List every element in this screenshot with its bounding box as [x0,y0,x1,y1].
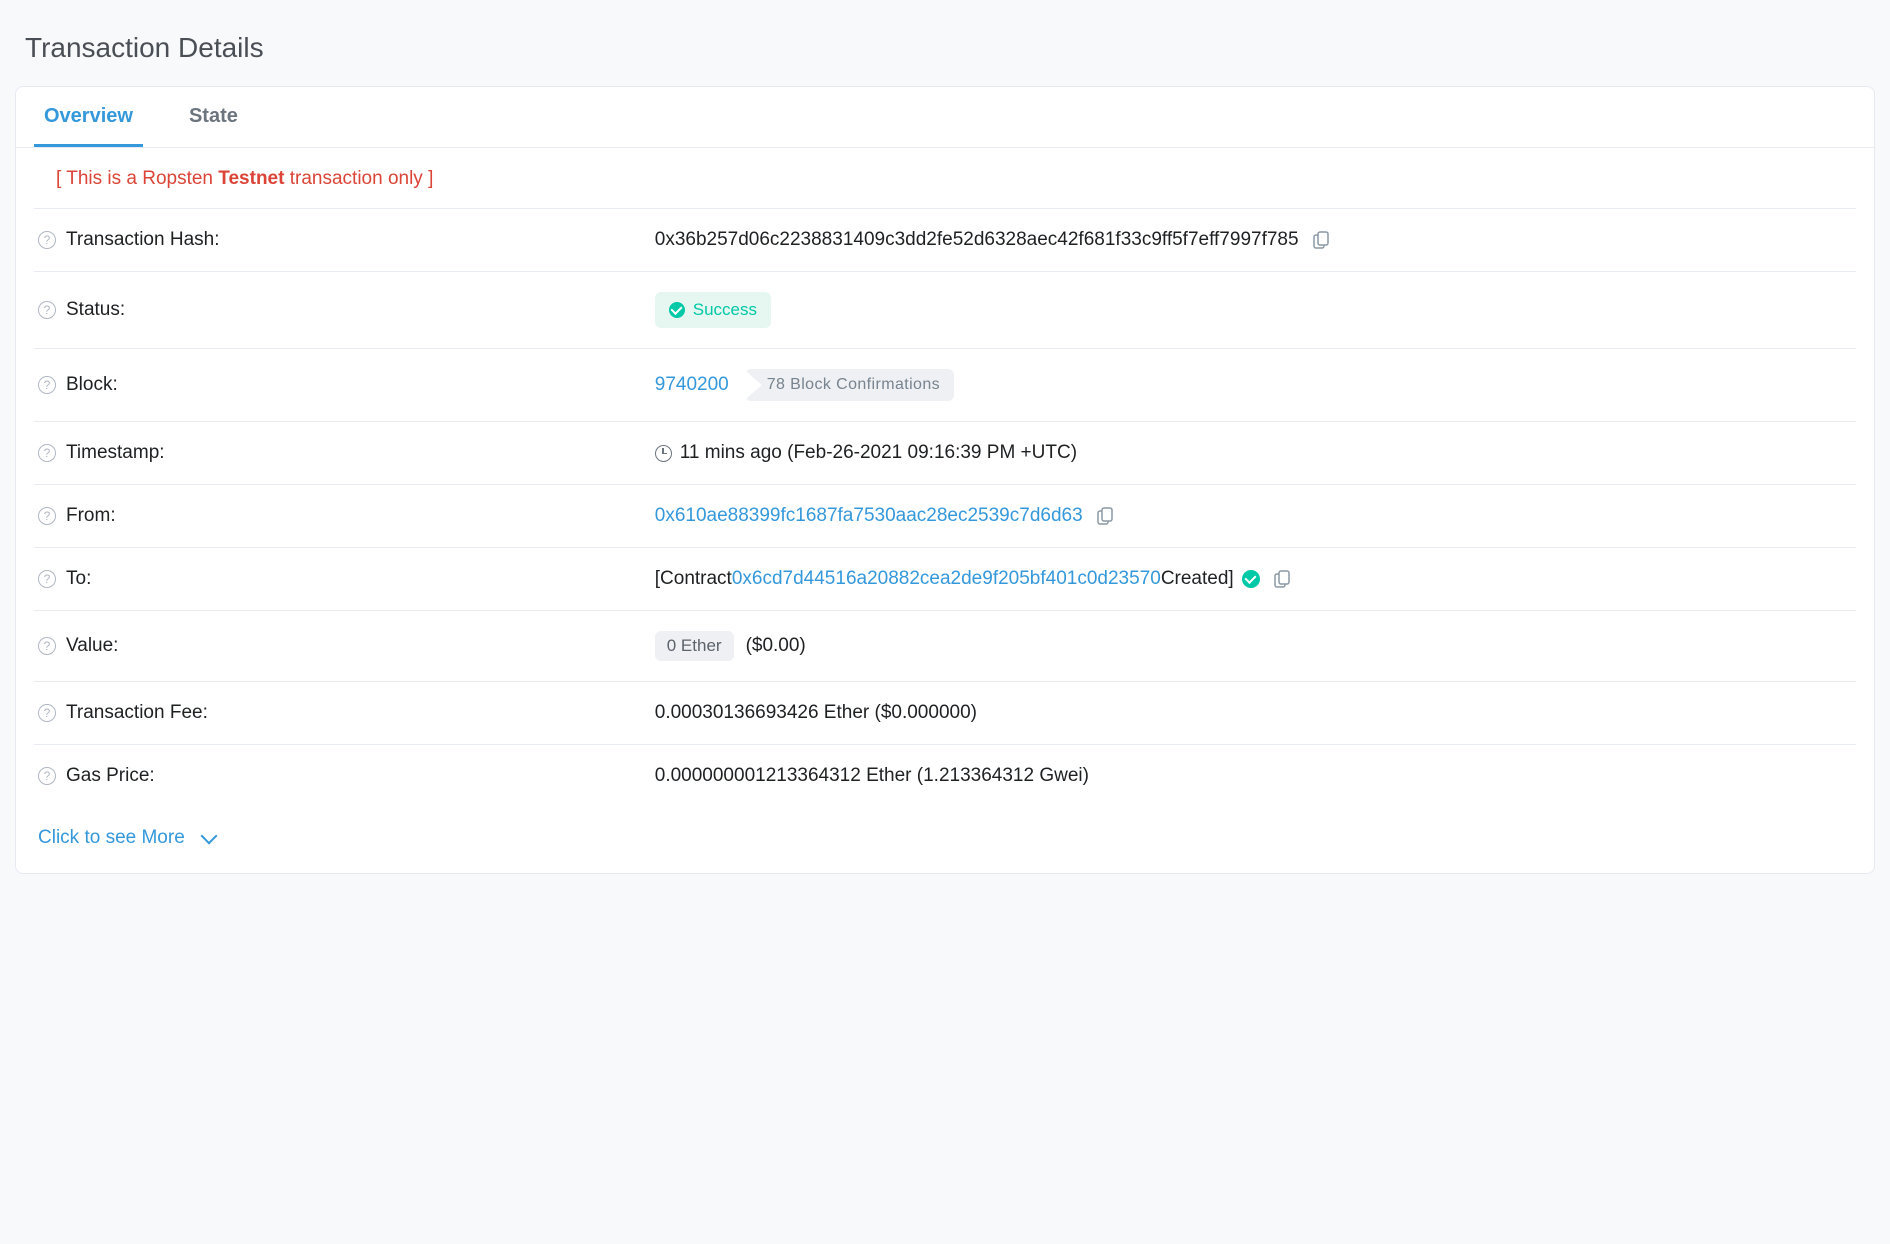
warning-suffix: transaction only ] [284,168,433,189]
warning-bold: Testnet [218,168,284,189]
value-fee: 0.00030136693426 Ether ($0.000000) [655,702,977,724]
arrow-down-icon [200,828,217,845]
help-icon[interactable]: ? [38,444,56,462]
confirmations-chip: 78 Block Confirmations [745,369,954,401]
value-timestamp: 11 mins ago (Feb-26-2021 09:16:39 PM +UT… [680,442,1077,464]
help-icon[interactable]: ? [38,301,56,319]
label-hash: Transaction Hash: [66,229,219,251]
see-more-label: Click to see More [38,827,185,849]
help-icon[interactable]: ? [38,704,56,722]
label-timestamp: Timestamp: [66,442,165,464]
value-hash: 0x36b257d06c2238831409c3dd2fe52d6328aec4… [655,229,1299,251]
block-link[interactable]: 9740200 [655,374,729,396]
row-from: ? From: 0x610ae88399fc1687fa7530aac28ec2… [34,485,1856,548]
row-gas-price: ? Gas Price: 0.000000001213364312 Ether … [34,745,1856,807]
details-card: Overview State [ This is a Ropsten Testn… [15,86,1875,874]
value-usd: ($0.00) [746,635,806,657]
status-text: Success [693,300,757,320]
row-block: ? Block: 9740200 78 Block Confirmations [34,349,1856,422]
row-status: ? Status: Success [34,272,1856,349]
row-value: ? Value: 0 Ether ($0.00) [34,611,1856,682]
label-gas-price: Gas Price: [66,765,155,787]
page-title: Transaction Details [25,32,1865,64]
tabs: Overview State [16,87,1874,148]
status-badge: Success [655,292,771,328]
copy-icon[interactable] [1313,231,1329,249]
help-icon[interactable]: ? [38,570,56,588]
row-to: ? To: [Contract 0x6cd7d44516a20882cea2de… [34,548,1856,611]
value-gas-price: 0.000000001213364312 Ether (1.213364312 … [655,765,1089,787]
to-address-link[interactable]: 0x6cd7d44516a20882cea2de9f205bf401c0d235… [732,568,1161,590]
help-icon[interactable]: ? [38,637,56,655]
help-icon[interactable]: ? [38,376,56,394]
clock-icon [655,445,672,462]
label-status: Status: [66,299,125,321]
label-from: From: [66,505,116,527]
to-prefix: [Contract [655,568,732,590]
warning-prefix: [ This is a Ropsten [56,168,218,189]
see-more-button[interactable]: Click to see More [16,807,1874,873]
label-block: Block: [66,374,118,396]
from-address-link[interactable]: 0x610ae88399fc1687fa7530aac28ec2539c7d6d… [655,505,1083,527]
help-icon[interactable]: ? [38,507,56,525]
copy-icon[interactable] [1097,507,1113,525]
help-icon[interactable]: ? [38,231,56,249]
testnet-warning: [ This is a Ropsten Testnet transaction … [34,148,1856,209]
value-pill: 0 Ether [655,631,734,661]
to-suffix: Created] [1161,568,1234,590]
tab-overview[interactable]: Overview [34,87,143,147]
tab-state[interactable]: State [179,87,248,147]
label-value: Value: [66,635,118,657]
row-hash: ? Transaction Hash: 0x36b257d06c22388314… [34,209,1856,272]
row-timestamp: ? Timestamp: 11 mins ago (Feb-26-2021 09… [34,422,1856,485]
help-icon[interactable]: ? [38,767,56,785]
row-fee: ? Transaction Fee: 0.00030136693426 Ethe… [34,682,1856,745]
verified-icon [1242,570,1260,588]
copy-icon[interactable] [1274,570,1290,588]
label-to: To: [66,568,91,590]
label-fee: Transaction Fee: [66,702,208,724]
check-icon [669,302,685,318]
